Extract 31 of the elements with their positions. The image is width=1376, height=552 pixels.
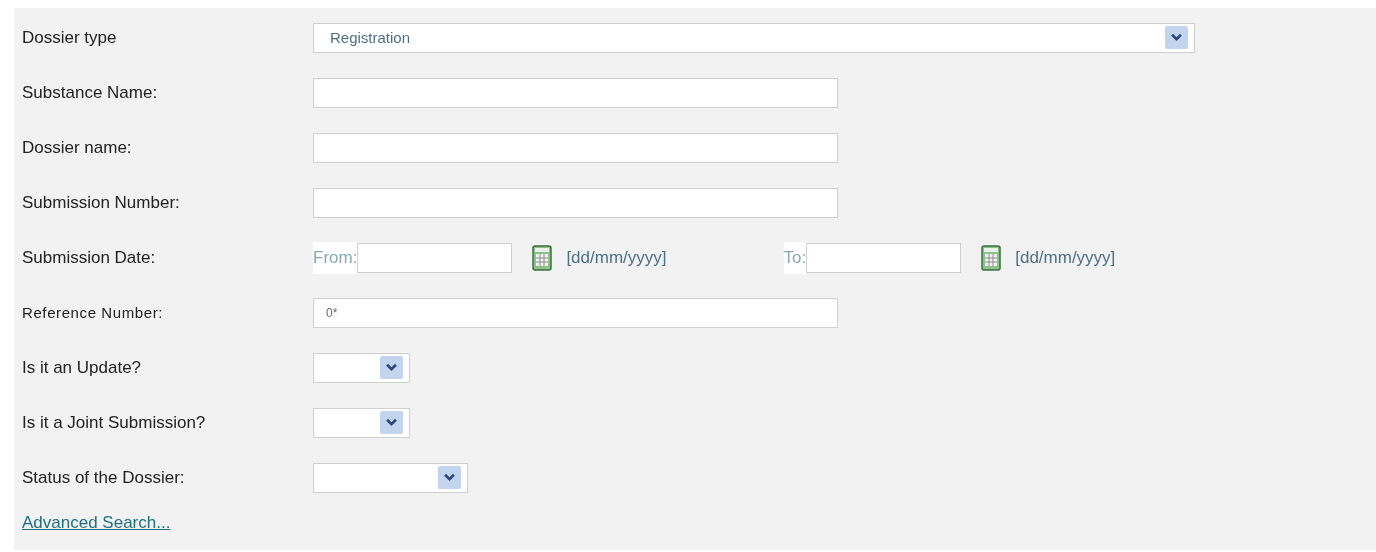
- date-label: From:: [313, 241, 358, 274]
- chevron-down-icon: [386, 363, 397, 372]
- chevron-down-icon: [444, 473, 455, 482]
- date-input-field[interactable]: [357, 242, 513, 273]
- input-field[interactable]: [313, 132, 838, 163]
- date-format-hint: [dd/mm/yyyy]: [566, 247, 667, 268]
- date-label: To:: [783, 241, 807, 274]
- field-label: Substance Name:: [22, 82, 159, 103]
- date-format-hint: [dd/mm/yyyy]: [1015, 247, 1116, 268]
- field-label: Submission Date:: [22, 247, 157, 268]
- calendar-icon[interactable]: [981, 244, 1002, 271]
- calendar-icon[interactable]: [532, 244, 553, 271]
- dropdown-button[interactable]: [438, 466, 461, 489]
- advanced-search-link[interactable]: Advanced Search...: [22, 513, 171, 533]
- field-label: Status of the Dossier:: [22, 467, 186, 488]
- dropdown[interactable]: Registration: [313, 22, 1195, 53]
- input-field[interactable]: [313, 187, 838, 218]
- date-input-field[interactable]: [806, 242, 962, 273]
- dropdown-button[interactable]: [380, 411, 403, 434]
- input-field[interactable]: 0*: [313, 297, 838, 328]
- field-label: Submission Number:: [22, 192, 181, 213]
- dropdown-button[interactable]: [380, 356, 403, 379]
- field-label: Reference Number:: [22, 304, 165, 321]
- field-label: Is it a Joint Submission?: [22, 412, 207, 433]
- chevron-down-icon: [386, 418, 397, 427]
- field-label: Dossier type: [22, 27, 118, 48]
- input-field[interactable]: [313, 77, 838, 108]
- chevron-down-icon: [1171, 33, 1182, 42]
- dropdown-button[interactable]: [1165, 26, 1188, 49]
- field-label: Dossier name:: [22, 137, 133, 158]
- field-label: Is it an Update?: [22, 357, 143, 378]
